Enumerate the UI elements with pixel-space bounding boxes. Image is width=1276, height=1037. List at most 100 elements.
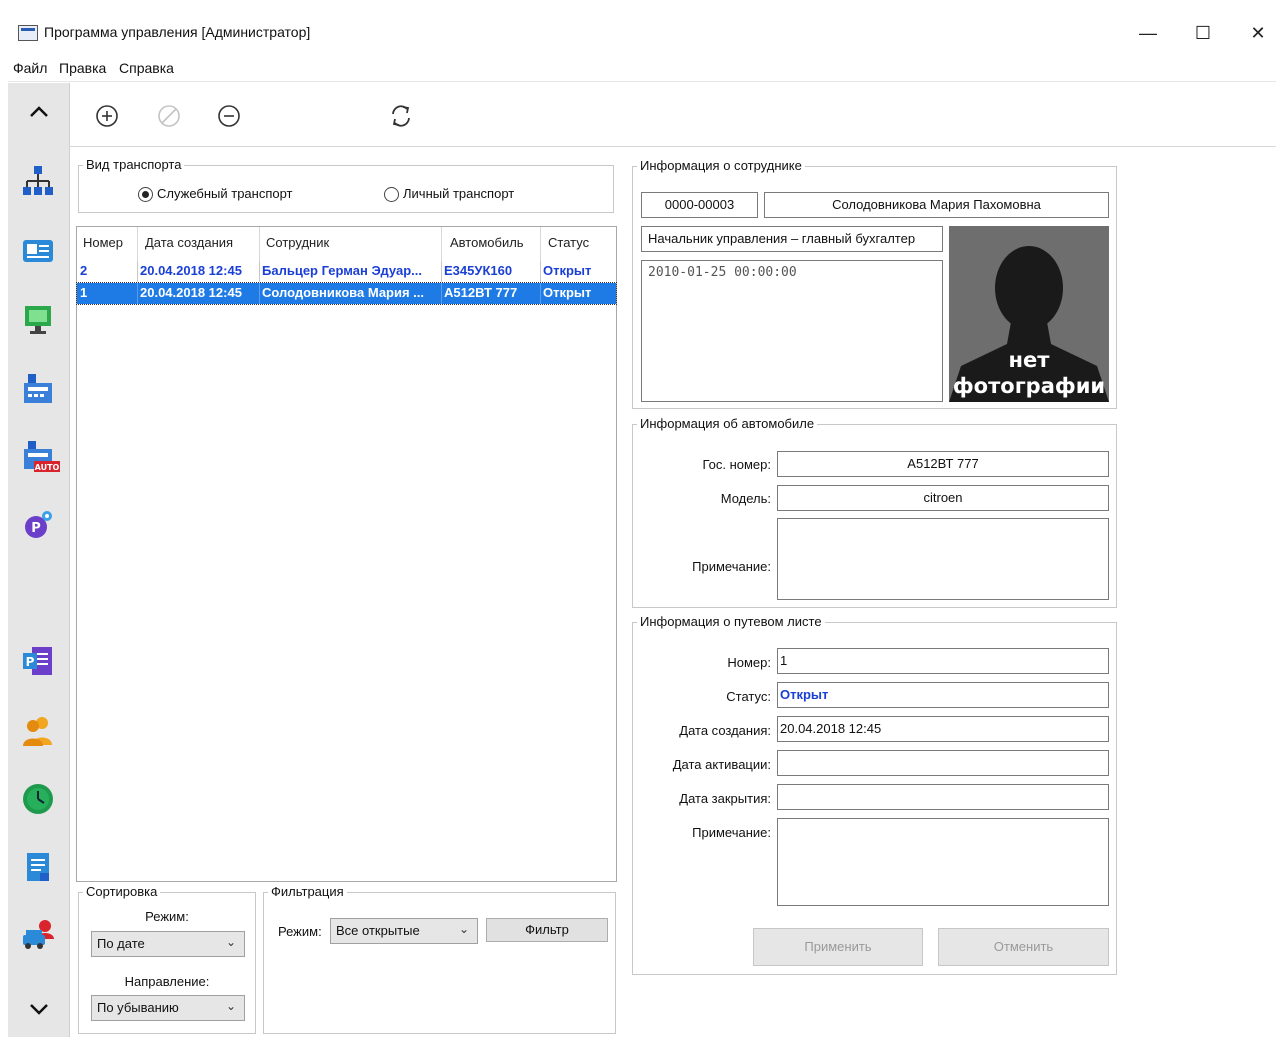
chevron-up-icon: [30, 106, 48, 117]
sidebar: AUTO P P: [8, 83, 70, 1037]
monitor-icon[interactable]: [20, 301, 56, 337]
employee-id-field[interactable]: 0000-00003: [641, 192, 758, 218]
transport-type-title: Вид транспорта: [83, 157, 185, 172]
minimize-button[interactable]: —: [1128, 18, 1168, 48]
auto-badge: AUTO: [35, 463, 60, 472]
users-icon[interactable]: [20, 713, 56, 749]
radio-service-transport[interactable]: [138, 187, 153, 202]
waybill-created-label: Дата создания:: [679, 723, 771, 738]
apply-button[interactable]: Применить: [753, 928, 923, 966]
remove-button[interactable]: [214, 101, 244, 131]
filter-mode-label: Режим:: [278, 924, 322, 939]
waybill-status-field[interactable]: Открыт: [777, 682, 1109, 708]
table-header: Номер Дата создания Сотрудник Автомобиль…: [77, 227, 616, 261]
car-model-label: Модель:: [720, 491, 771, 506]
waybill-info-group: Информация о путевом листе Номер: 1 Стат…: [632, 614, 1117, 975]
close-button[interactable]: ✕: [1238, 18, 1276, 48]
svg-text:P: P: [26, 655, 35, 669]
document-icon[interactable]: [20, 849, 56, 885]
title-bar: Программа управления [Администратор] — ☐…: [8, 10, 1276, 56]
waybill-status-label: Статус:: [726, 689, 771, 704]
terminal-icon[interactable]: [20, 371, 56, 407]
org-structure-icon[interactable]: [20, 163, 56, 199]
sort-direction-select[interactable]: По убыванию ⌄: [91, 995, 245, 1021]
filter-mode-value: Все открытые: [336, 923, 420, 938]
chevron-down-icon: ⌄: [458, 922, 469, 936]
parking-report-icon[interactable]: P: [20, 643, 56, 679]
waybill-number-field[interactable]: 1: [777, 648, 1109, 674]
chevron-down-icon: ⌄: [225, 999, 236, 1013]
disable-button[interactable]: [154, 101, 184, 131]
menu-bar: Файл Правка Справка: [8, 56, 1276, 82]
toolbar: [70, 83, 1276, 147]
employee-note-field[interactable]: 2010-01-25 00:00:00: [641, 260, 943, 402]
waybill-note-field[interactable]: [777, 818, 1109, 906]
menu-edit[interactable]: Правка: [59, 60, 106, 76]
employee-info-group: Информация о сотруднике 0000-00003 Солод…: [632, 158, 1117, 409]
menu-file[interactable]: Файл: [13, 60, 47, 76]
id-card-icon[interactable]: [20, 233, 56, 269]
waybill-closed-label: Дата закрытия:: [679, 791, 771, 806]
waybill-info-title: Информация о путевом листе: [637, 614, 825, 629]
col-number[interactable]: Номер: [83, 235, 123, 250]
car-plate-field[interactable]: А512ВТ 777: [777, 451, 1109, 477]
car-plate-label: Гос. номер:: [702, 457, 771, 472]
radio-personal-transport[interactable]: [384, 187, 399, 202]
cancel-button[interactable]: Отменить: [938, 928, 1109, 966]
car-info-title: Информация об автомобиле: [637, 416, 818, 431]
cell-employee: Солодовникова Мария ...: [262, 285, 425, 300]
forbidden-icon: [158, 105, 180, 127]
cell-date: 20.04.2018 12:45: [140, 285, 242, 300]
col-status[interactable]: Статус: [548, 235, 589, 250]
sort-mode-label: Режим:: [145, 909, 189, 924]
app-icon: [18, 25, 38, 41]
car-info-group: Информация об автомобиле Гос. номер: А51…: [632, 416, 1117, 608]
window-title: Программа управления [Администратор]: [44, 24, 311, 40]
clock-icon[interactable]: [20, 781, 56, 817]
employee-name-field[interactable]: Солодовникова Мария Пахомовна: [764, 192, 1109, 218]
waybill-closed-field[interactable]: [777, 784, 1109, 810]
scroll-down-button[interactable]: [24, 997, 54, 1027]
col-date[interactable]: Дата создания: [145, 235, 233, 250]
table-row-selected[interactable]: 1 20.04.2018 12:45 Солодовникова Мария .…: [76, 282, 617, 305]
minus-circle-icon: [218, 105, 240, 127]
add-button[interactable]: [92, 101, 122, 131]
cell-employee: Бальцер Герман Эдуар...: [262, 263, 422, 278]
sort-mode-value: По дате: [97, 936, 145, 951]
car-note-field[interactable]: [777, 518, 1109, 600]
cell-date: 20.04.2018 12:45: [140, 263, 242, 278]
plus-circle-icon: [96, 105, 118, 127]
svg-text:P: P: [31, 521, 41, 536]
waybill-note-label: Примечание:: [692, 825, 771, 840]
car-model-field[interactable]: citroen: [777, 485, 1109, 511]
sort-mode-select[interactable]: По дате ⌄: [91, 931, 245, 957]
cell-status: Открыт: [543, 285, 592, 300]
col-car[interactable]: Автомобиль: [450, 235, 524, 250]
cell-car: А512ВТ 777: [444, 285, 518, 300]
filter-title: Фильтрация: [268, 884, 347, 899]
waybill-created-field[interactable]: 20.04.2018 12:45: [777, 716, 1109, 742]
chevron-down-icon: [30, 1004, 48, 1015]
filter-mode-select[interactable]: Все открытые ⌄: [330, 918, 478, 944]
menu-help[interactable]: Справка: [119, 60, 174, 76]
col-employee[interactable]: Сотрудник: [266, 235, 329, 250]
waybill-activated-field[interactable]: [777, 750, 1109, 776]
employee-info-title: Информация о сотруднике: [637, 158, 805, 173]
vehicle-user-icon[interactable]: [20, 917, 56, 953]
filter-button[interactable]: Фильтр: [486, 918, 608, 942]
radio-personal-transport-label[interactable]: Личный транспорт: [403, 186, 514, 201]
refresh-button[interactable]: [386, 101, 416, 131]
no-photo-line1: нет: [1008, 348, 1050, 372]
radio-service-transport-label[interactable]: Служебный транспорт: [157, 186, 293, 201]
scroll-up-button[interactable]: [24, 99, 54, 129]
chevron-down-icon: ⌄: [225, 935, 236, 949]
no-photo-line2: фотографии: [952, 374, 1106, 398]
parking-settings-icon[interactable]: P: [20, 507, 56, 543]
refresh-icon: [392, 105, 410, 127]
terminal-auto-icon[interactable]: AUTO: [20, 439, 60, 475]
table-row[interactable]: 2 20.04.2018 12:45 Бальцер Герман Эдуар.…: [77, 261, 616, 282]
sort-direction-value: По убыванию: [97, 1000, 179, 1015]
employee-position-field[interactable]: Начальник управления – главный бухгалтер: [641, 226, 943, 252]
transport-type-group: Вид транспорта Служебный транспорт Личны…: [78, 157, 614, 213]
maximize-button[interactable]: ☐: [1183, 18, 1223, 48]
